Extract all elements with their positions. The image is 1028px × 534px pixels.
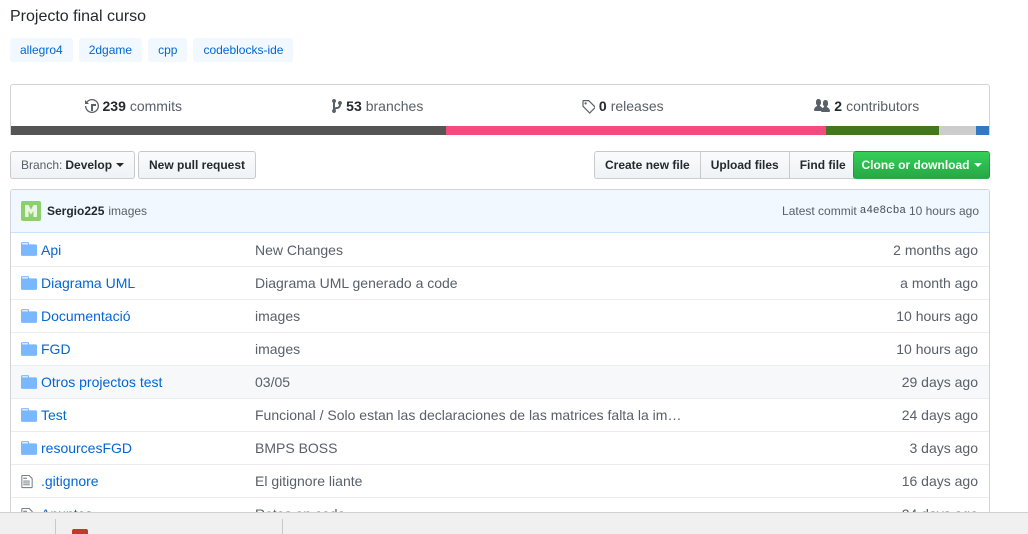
language-segment[interactable] (825, 126, 940, 135)
table-row: resourcesFGD BMPS BOSS 3 days ago (11, 431, 989, 464)
commit-age: 10 hours ago (908, 204, 979, 218)
releases-link[interactable]: 0 releases (500, 98, 745, 114)
commit-message-link[interactable]: New Changes (255, 242, 685, 258)
language-segment[interactable] (976, 126, 989, 135)
commit-message-link[interactable]: 03/05 (255, 374, 685, 390)
commits-label: commits (129, 98, 182, 114)
folder-icon (21, 242, 37, 256)
folder-icon (21, 342, 37, 356)
file-navigation: Branch: Develop New pull request Create … (10, 151, 990, 179)
commit-author[interactable]: Sergio225 (47, 204, 104, 218)
file-name-link[interactable]: Api (41, 242, 61, 258)
folder-icon (21, 276, 37, 290)
commit-age: 29 days ago (901, 374, 978, 390)
history-icon (84, 99, 99, 113)
commit-sha[interactable]: a4e8cba (860, 205, 906, 217)
contributors-label: contributors (846, 98, 920, 114)
app-icon[interactable] (72, 529, 88, 534)
commit-message-link[interactable]: BMPS BOSS (255, 440, 685, 456)
table-row: FGD images 10 hours ago (11, 332, 989, 365)
table-row: Otros projectos test 03/05 29 days ago (11, 365, 989, 398)
table-row: .gitignore El gitignore liante 16 days ago (11, 464, 989, 497)
commit-message-link[interactable]: Diagrama UML generado a code (255, 275, 685, 291)
file-icon (21, 474, 37, 489)
commit-age: 10 hours ago (896, 341, 978, 357)
commit-age: 2 months ago (893, 241, 978, 258)
topic-tag[interactable]: cpp (148, 38, 188, 62)
branch-prefix: Branch: (21, 158, 63, 172)
people-icon (814, 99, 831, 112)
taskbar-divider (282, 519, 283, 534)
topic-tag[interactable]: codeblocks-ide (193, 38, 294, 62)
git-branch-icon (332, 98, 343, 113)
avatar[interactable] (21, 201, 41, 221)
commits-link[interactable]: 239 commits (11, 98, 256, 114)
commit-message-link[interactable]: images (255, 341, 685, 357)
file-name-link[interactable]: Diagrama UML (41, 275, 135, 291)
commit-age: 24 days ago (901, 407, 978, 423)
caret-down-icon (973, 163, 982, 167)
language-segment[interactable] (11, 126, 447, 135)
caret-down-icon (116, 163, 125, 167)
repo-summary: 239 commits 53 branches 0 releases 2 con… (10, 84, 990, 135)
table-row: Api New Changes 2 months ago (11, 233, 989, 266)
commit-age: 3 days ago (909, 440, 979, 456)
create-new-file-button[interactable]: Create new file (594, 151, 701, 179)
clone-or-download-button[interactable]: Clone or download (853, 151, 990, 179)
latest-commit-label: Latest commit (782, 204, 857, 218)
folder-icon (21, 375, 37, 389)
table-row: Documentació images 10 hours ago (11, 299, 989, 332)
commit-message[interactable]: images (108, 204, 147, 218)
releases-count: 0 (598, 98, 607, 114)
file-name-link[interactable]: Test (41, 407, 67, 423)
commit-message-link[interactable]: Funcional / Solo estan las declaraciones… (255, 407, 685, 423)
latest-commit-bar: Sergio225 images Latest commit a4e8cba 1… (11, 190, 989, 233)
topic-tag[interactable]: allegro4 (10, 38, 73, 62)
file-name-link[interactable]: FGD (41, 341, 71, 357)
commit-message-link[interactable]: El gitignore liante (255, 473, 685, 489)
language-segment[interactable] (446, 126, 826, 135)
branches-label: branches (365, 98, 424, 114)
folder-icon (21, 309, 37, 323)
releases-label: releases (610, 98, 664, 114)
taskbar-divider (55, 519, 56, 534)
table-row: Test Funcional / Solo estan las declaraci… (11, 398, 989, 431)
file-name-link[interactable]: .gitignore (41, 473, 99, 489)
clone-or-download-label: Clone or download (861, 158, 970, 172)
tag-icon (582, 100, 595, 114)
commit-age: a month ago (900, 275, 978, 291)
branch-select-button[interactable]: Branch: Develop (10, 151, 136, 179)
topic-tag[interactable]: 2dgame (78, 38, 143, 62)
file-actions-group: Create new file Upload files Find file (594, 151, 857, 179)
commits-count: 239 (102, 98, 126, 114)
contributors-link[interactable]: 2 contributors (745, 98, 990, 114)
file-name-link[interactable]: resourcesFGD (41, 440, 132, 456)
taskbar (0, 512, 1028, 534)
topic-list: allegro4 2dgame cpp codeblocks-ide (10, 38, 294, 62)
branches-count: 53 (346, 98, 362, 114)
find-file-button[interactable]: Find file (788, 151, 857, 179)
contributors-count: 2 (834, 98, 843, 114)
branch-name: Develop (65, 158, 113, 172)
language-bar[interactable] (11, 126, 989, 135)
commit-age: 16 days ago (901, 473, 978, 489)
file-listing: Sergio225 images Latest commit a4e8cba 1… (10, 189, 990, 534)
file-name-link[interactable]: Otros projectos test (41, 374, 162, 390)
new-pull-request-button[interactable]: New pull request (138, 151, 257, 179)
file-name-link[interactable]: Documentació (41, 308, 131, 324)
folder-icon (21, 408, 37, 422)
commit-message-link[interactable]: images (255, 308, 685, 324)
repo-description: Projecto final curso (10, 8, 147, 25)
upload-files-button[interactable]: Upload files (699, 151, 790, 179)
commit-age: 10 hours ago (896, 308, 978, 324)
folder-icon (21, 441, 37, 455)
language-segment[interactable] (939, 126, 977, 135)
table-row: Diagrama UML Diagrama UML generado a code… (11, 266, 989, 299)
branches-link[interactable]: 53 branches (256, 98, 501, 114)
